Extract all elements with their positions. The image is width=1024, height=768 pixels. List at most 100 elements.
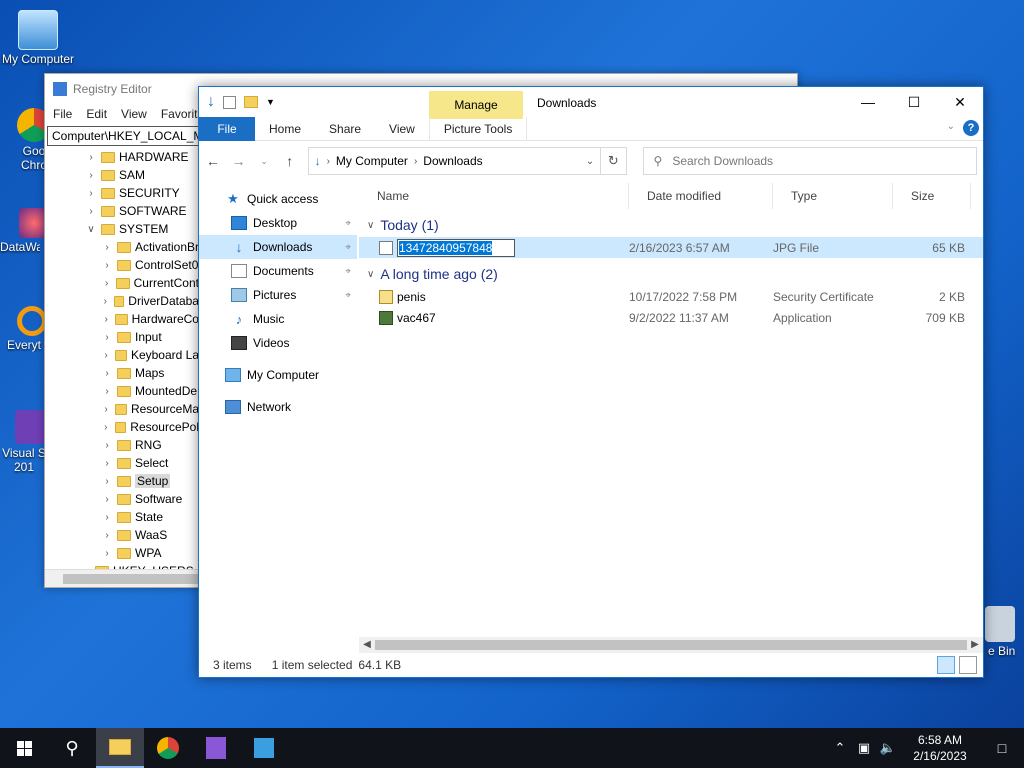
nav-item-quick-access[interactable]: ★ Quick access [199,187,357,211]
file-group-header[interactable]: ∨ A long time ago (2) [359,262,983,286]
nav-item-my-computer[interactable]: My Computer [199,363,357,387]
nav-item-desktop[interactable]: Desktop ⌖ [199,211,357,235]
chevron-right-icon[interactable]: › [85,170,97,181]
chevron-right-icon[interactable]: › [101,368,113,379]
chevron-right-icon[interactable]: › [101,530,113,541]
registry-tree-node[interactable]: › ResourceMa [45,400,199,418]
forward-button[interactable]: → [231,153,247,169]
nav-item-downloads[interactable]: ↓ Downloads ⌖ [199,235,357,259]
refresh-button[interactable]: ↻ [601,147,627,175]
registry-tree-node[interactable]: › State [45,508,199,526]
chevron-right-icon[interactable]: › [101,332,113,343]
column-name[interactable]: Name [359,183,629,209]
registry-tree-node[interactable]: › SAM [45,166,199,184]
clock[interactable]: 6:58 AM 2/16/2023 [900,732,980,764]
maximize-button[interactable]: ☐ [891,87,937,117]
new-folder-icon[interactable] [244,96,258,108]
pin-icon[interactable]: ⌖ [345,266,351,277]
chevron-right-icon[interactable]: › [101,386,113,397]
tab-share[interactable]: Share [315,117,375,141]
tab-picture-tools[interactable]: Picture Tools [428,116,528,141]
chevron-right-icon[interactable]: › [101,494,113,505]
scroll-thumb[interactable] [375,640,967,650]
nav-item-network[interactable]: Network [199,395,357,419]
taskbar-registry-editor[interactable] [240,728,288,768]
chevron-right-icon[interactable]: › [101,476,113,487]
registry-tree-node[interactable]: ›HKEY_USERS [45,562,199,569]
chevron-right-icon[interactable]: › [414,156,417,167]
registry-tree-node[interactable]: › DriverDataba [45,292,199,310]
nav-item-videos[interactable]: Videos [199,331,357,355]
chevron-down-icon[interactable]: ∨ [85,224,97,235]
minimize-button[interactable]: — [845,87,891,117]
breadcrumb-my-computer[interactable]: My Computer [336,154,408,168]
details-view-button[interactable] [937,656,955,674]
pin-icon[interactable]: ⌖ [345,242,351,253]
file-list-horizontal-scrollbar[interactable]: ◀ ▶ [359,637,983,653]
file-row[interactable]: vac467 9/2/2022 11:37 AM Application 709 KB [359,307,983,328]
explorer-titlebar[interactable]: ↓ ▼ Manage Downloads — ☐ ✕ [199,87,983,119]
pin-icon[interactable]: ⌖ [345,290,351,301]
chevron-down-icon[interactable]: ⌄ [947,121,955,132]
close-button[interactable]: ✕ [937,87,983,117]
chevron-right-icon[interactable]: › [101,242,113,253]
chevron-right-icon[interactable]: › [101,440,113,451]
back-button[interactable]: ← [205,153,221,169]
nav-item-pictures[interactable]: Pictures ⌖ [199,283,357,307]
registry-tree-node[interactable]: › WaaS [45,526,199,544]
taskbar-visual-studio[interactable] [192,728,240,768]
registry-tree-node[interactable]: › ControlSet0 [45,256,199,274]
chevron-down-icon[interactable]: ∨ [367,269,374,280]
file-explorer-window[interactable]: ↓ ▼ Manage Downloads — ☐ ✕ File Home Sha… [198,86,984,678]
file-row[interactable]: penis 10/17/2022 7:58 PM Security Certific… [359,286,983,307]
tab-file[interactable]: File [199,116,255,141]
manage-contextual-tab[interactable]: Manage [429,91,523,119]
registry-tree-node[interactable]: › WPA [45,544,199,562]
registry-tree-node[interactable]: › SECURITY [45,184,199,202]
nav-item-music[interactable]: ♪ Music [199,307,357,331]
desktop-icon-my-computer[interactable]: My Computer [0,10,76,66]
pin-icon[interactable]: ⌖ [345,218,351,229]
regedit-menu-file[interactable]: File [53,107,72,121]
chevron-down-icon[interactable]: ⌄ [586,156,594,167]
registry-tree-node[interactable]: › RNG [45,436,199,454]
chevron-right-icon[interactable]: › [101,296,110,307]
chevron-right-icon[interactable]: › [85,188,97,199]
tab-view[interactable]: View [375,117,429,141]
registry-tree-node[interactable]: › Maps [45,364,199,382]
chevron-right-icon[interactable]: › [101,422,111,433]
up-button[interactable]: ↑ [282,153,298,169]
chevron-right-icon[interactable]: › [327,156,330,167]
registry-tree-node[interactable]: › HardwareCo [45,310,199,328]
chevron-right-icon[interactable]: › [101,548,113,559]
chevron-right-icon[interactable]: › [85,206,97,217]
registry-tree-node[interactable]: › ResourcePol [45,418,199,436]
chevron-right-icon[interactable]: › [101,458,113,469]
large-icons-view-button[interactable] [959,656,977,674]
scroll-thumb[interactable] [63,574,199,584]
address-bar[interactable]: ↓ › My Computer › Downloads ⌄ [307,147,602,175]
scroll-left-icon[interactable]: ◀ [359,637,375,653]
regedit-menu-edit[interactable]: Edit [86,107,107,121]
recent-locations-button[interactable]: ⌄ [256,156,272,167]
customize-toolbar-icon[interactable]: ▼ [266,97,275,107]
regedit-menu-view[interactable]: View [121,107,147,121]
registry-tree-node[interactable]: › Input [45,328,199,346]
properties-icon[interactable] [223,95,236,109]
chevron-up-icon[interactable]: ⌃ [828,740,852,756]
registry-tree-node[interactable]: › CurrentCont [45,274,199,292]
scroll-right-icon[interactable]: ▶ [967,637,983,653]
search-button[interactable]: ⚲ [48,728,96,768]
notification-icon[interactable]: □ [980,740,1024,756]
tab-home[interactable]: Home [255,117,315,141]
registry-tree-node[interactable]: ∨ SYSTEM [45,220,199,238]
chevron-right-icon[interactable]: › [101,278,112,289]
registry-tree-node[interactable]: › MountedDe [45,382,199,400]
breadcrumb-downloads[interactable]: Downloads [423,154,482,168]
column-size[interactable]: Size [893,183,971,209]
registry-tree-node[interactable]: › Keyboard La [45,346,199,364]
chevron-right-icon[interactable]: › [85,152,97,163]
taskbar-chrome[interactable] [144,728,192,768]
taskbar-file-explorer[interactable] [96,728,144,768]
volume-muted-icon[interactable]: 🔈 [876,740,900,756]
